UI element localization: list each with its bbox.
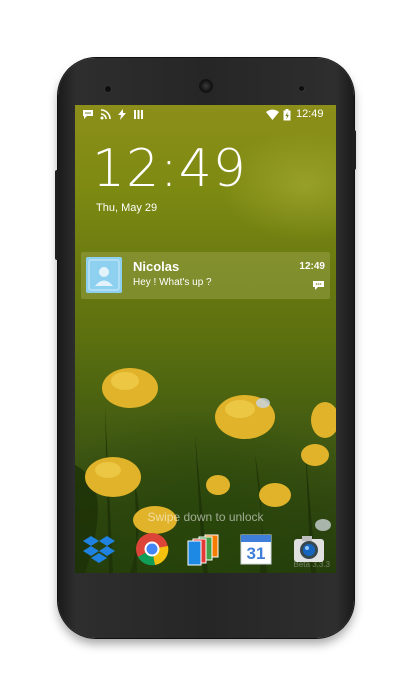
swipe-hint: Swipe down to unlock <box>147 510 264 524</box>
gallery-icon[interactable] <box>187 532 221 566</box>
bolt-icon <box>117 109 127 124</box>
light-sensor-icon <box>299 86 304 91</box>
volume-button <box>55 170 59 260</box>
calendar-badge: 31 <box>246 544 266 563</box>
build-label: Beta 3.3.3 <box>293 560 330 569</box>
status-bar: 12:49 <box>75 105 336 125</box>
lock-screen[interactable]: 12:49 12:49 Thu, May 29 Nicolas Hey ! Wh… <box>75 105 336 573</box>
bars-icon <box>134 109 143 124</box>
notification-time: 12:49 <box>299 261 325 272</box>
battery-icon <box>283 109 291 125</box>
lock-date: Thu, May 29 <box>96 202 158 214</box>
calendar-icon[interactable]: 31 <box>239 532 273 566</box>
rss-icon <box>100 109 111 124</box>
power-button <box>352 130 356 170</box>
status-time: 12:49 <box>296 108 324 120</box>
sensor-icon <box>105 86 111 92</box>
contact-icon <box>88 259 120 291</box>
wifi-icon <box>266 109 279 124</box>
avatar <box>86 257 122 293</box>
dropbox-icon[interactable] <box>82 532 116 566</box>
chat-icon <box>313 278 324 296</box>
lock-clock: 12:49 <box>92 139 247 199</box>
notification-message: Hey ! What's up ? <box>133 277 212 288</box>
chat-icon <box>82 109 94 124</box>
chrome-icon[interactable] <box>135 532 169 566</box>
notification-sender: Nicolas <box>133 259 180 274</box>
notification-card[interactable]: Nicolas Hey ! What's up ? 12:49 <box>81 252 330 299</box>
front-camera-icon <box>199 79 213 93</box>
